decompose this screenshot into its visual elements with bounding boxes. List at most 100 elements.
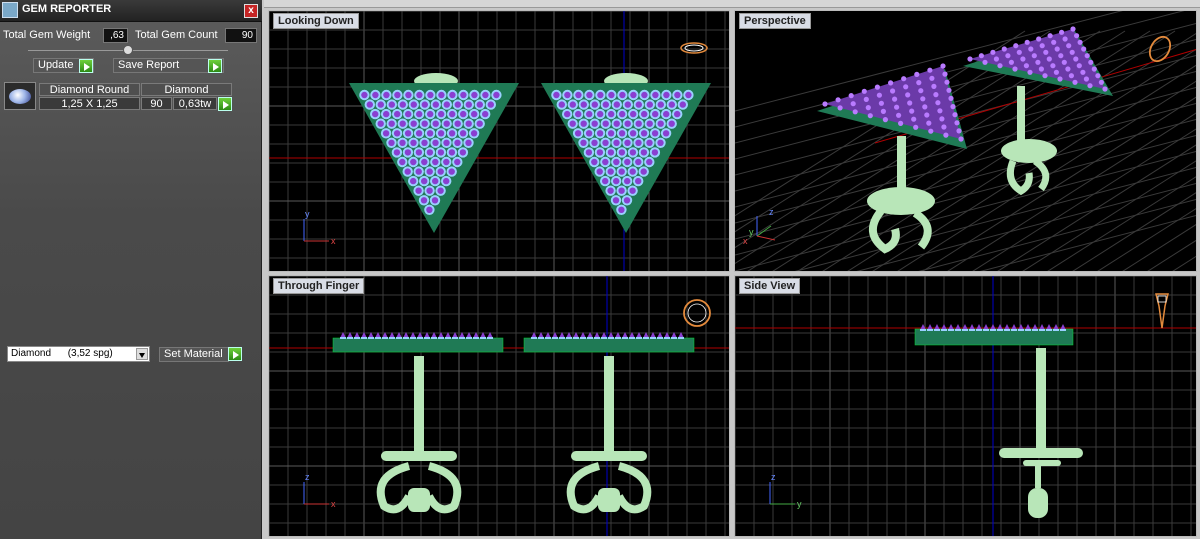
gem-stone-core [635, 101, 642, 108]
gem-stone-girdle [410, 337, 416, 339]
gem-reporter-panel: GEM REPORTER x Total Gem Weight ,63 Tota… [0, 0, 262, 539]
gem-stone [1070, 26, 1076, 32]
panel-title-bar[interactable]: GEM REPORTER x [0, 0, 262, 22]
gem-stone [958, 136, 964, 142]
save-report-go-icon[interactable] [208, 59, 222, 73]
material-select[interactable]: Diamond (3,52 spg) [7, 346, 150, 362]
gem-stone [1068, 73, 1074, 79]
through-finger-grid [269, 276, 729, 536]
perspective-grid [735, 11, 1196, 271]
gem-stone-girdle [438, 337, 444, 339]
gem-stone [946, 87, 952, 93]
gem-stone-girdle [622, 337, 628, 339]
gem-stone-core [388, 120, 395, 127]
gem-stone-girdle [431, 337, 437, 339]
gem-stone-core [438, 91, 445, 99]
gem-stone [1028, 46, 1034, 52]
chevron-down-icon[interactable] [136, 348, 148, 360]
gem-stone-core [377, 101, 384, 108]
total-gem-count-label: Total Gem Count [135, 29, 218, 41]
gem-stone [1076, 63, 1082, 69]
gem-stone-girdle [1060, 329, 1066, 331]
gem-stone [1058, 53, 1064, 59]
viewport-perspective[interactable]: z y x Perspective [734, 10, 1197, 272]
gem-stone-core [624, 177, 631, 185]
gem-stone [943, 132, 949, 138]
close-button[interactable]: x [244, 4, 258, 18]
gem-stone-core [399, 139, 406, 146]
gem-stone-core [443, 177, 450, 185]
gem-stone-core [454, 158, 461, 166]
gem-stone [874, 84, 880, 90]
gem-stone-core [420, 197, 428, 204]
gem-stone [933, 92, 939, 98]
gem-stone [1083, 76, 1089, 82]
gem-thumbnail[interactable] [4, 82, 36, 110]
gem-stone-core [662, 130, 670, 137]
gem-stone-core [470, 130, 478, 137]
gem-stone-core [459, 149, 467, 156]
gem-stone-core [597, 110, 604, 118]
gem-stone-core [383, 110, 390, 118]
set-material-button[interactable]: Set Material [159, 347, 229, 362]
gem-stone [941, 124, 947, 130]
gem-stone-core [586, 110, 593, 118]
gem-stone-girdle [636, 337, 642, 339]
gem-row-go-icon[interactable] [218, 97, 232, 111]
gem-stone-core [607, 187, 614, 194]
gem-stone-girdle [976, 329, 982, 331]
gem-reporter-app-icon [2, 2, 18, 18]
gem-stone-core [674, 110, 681, 118]
gem-stone [1054, 46, 1060, 52]
gem-stone [867, 113, 873, 119]
gizmo-label: z [305, 472, 310, 482]
gem-stone [997, 63, 1003, 69]
ring-side-icon-inner [1157, 295, 1167, 303]
gem-stone-core [410, 139, 417, 146]
gem-stone [950, 104, 956, 110]
gem-stone [931, 83, 937, 89]
gem-stone [1091, 66, 1097, 72]
viewport-through-finger[interactable]: z x Through Finger [268, 275, 730, 537]
gem-stone-core [394, 91, 401, 99]
gem-stone-core [607, 149, 615, 156]
gem-stone-core [591, 101, 598, 108]
viewport-label[interactable]: Through Finger [273, 278, 365, 294]
ring-top-icon-inner [684, 44, 704, 52]
gem-stone-girdle [361, 337, 367, 339]
gem-stone [907, 100, 913, 106]
viewport-label[interactable]: Looking Down [273, 13, 359, 29]
gem-stone [1036, 36, 1042, 42]
total-gem-weight-label: Total Gem Weight [3, 29, 91, 41]
gem-count-cell: 90 [141, 97, 172, 110]
material-select-value: Diamond (3,52 spg) [11, 348, 113, 359]
earring-post [414, 356, 424, 451]
viewport-looking-down[interactable]: y x Looking Down [268, 10, 730, 272]
viewport-side-view[interactable]: z y Side View [734, 275, 1197, 537]
update-go-icon[interactable] [79, 59, 93, 73]
gem-stone-core [404, 149, 412, 156]
gem-stone-girdle [941, 329, 947, 331]
gem-stone [993, 56, 999, 62]
gem-stone-core [580, 139, 587, 146]
gem-stone-girdle [545, 337, 551, 339]
viewport-label[interactable]: Perspective [739, 13, 811, 29]
gem-stone-core [404, 168, 411, 175]
panel-slider-knob[interactable] [123, 45, 133, 55]
side-view-canvas: z y [735, 276, 1196, 536]
gem-stone-core [575, 91, 582, 99]
gem-stone [927, 67, 933, 73]
gem-stone-core [608, 91, 615, 99]
set-material-go-icon[interactable] [228, 347, 242, 361]
gem-stone-core [612, 197, 620, 204]
gem-stone [1042, 73, 1048, 79]
gem-stone [1035, 59, 1041, 65]
viewport-label[interactable]: Side View [739, 278, 801, 294]
gem-stone-core [651, 130, 659, 137]
gem-stone-girdle [1046, 329, 1052, 331]
gem-stone [1095, 73, 1101, 79]
gizmo-x-axis [756, 235, 776, 241]
gem-stone-girdle [1011, 329, 1017, 331]
gem-stone [1102, 86, 1108, 92]
gem-stone [1066, 43, 1072, 49]
